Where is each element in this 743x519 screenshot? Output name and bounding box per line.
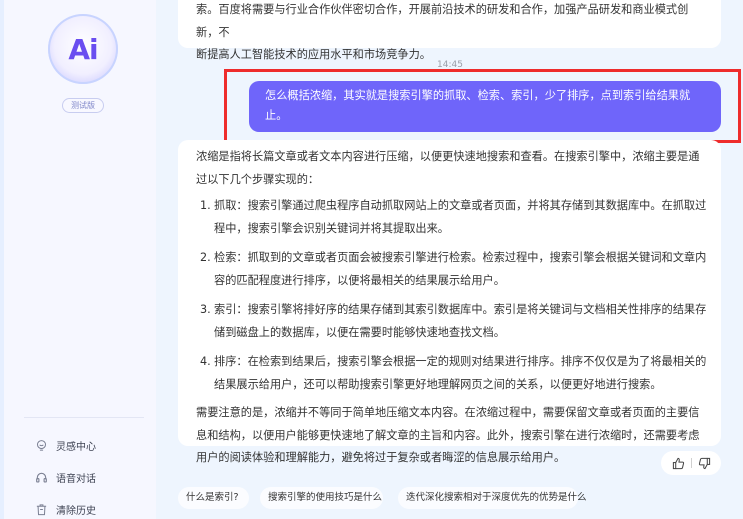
- trash-icon: [34, 502, 48, 516]
- feedback-separator: [690, 458, 692, 468]
- sidebar-item-label: 语音对话: [56, 473, 96, 485]
- ai-logo: Ai: [48, 14, 118, 84]
- logo-text: Ai: [68, 32, 98, 66]
- step-text: 检索：抓取到的文章或者页面会被搜索引擎进行检索。检索过程中，搜索引擎会根据关键词…: [214, 251, 707, 287]
- sidebar-item-label: 清除历史: [56, 505, 96, 517]
- reply-step: 3. 索引：搜索引擎将排好序的结果存储到其索引数据库中。索引是将关键词与文档相关…: [196, 299, 709, 344]
- sidebar-item-inspiration[interactable]: 灵感中心: [34, 436, 96, 454]
- step-text: 排序：在检索到结果后，搜索引擎会根据一定的规则对结果进行排序。排序不仅仅是为了将…: [214, 355, 707, 391]
- suggested-questions: 什么是索引? 搜索引擎的使用技巧是什么 迭代深化搜索相对于深度优先的优势是什么: [178, 487, 587, 509]
- reply-intro: 浓缩是指将长篇文章或者文本内容进行压缩，以便更快速地搜索和查看。在搜索引擎中，浓…: [196, 150, 700, 186]
- highlight-annotation: [224, 69, 741, 143]
- sidebar-item-label: 灵感中心: [56, 441, 96, 453]
- step-text: 抓取：搜索引擎通过爬虫程序自动抓取网站上的文章或者页面，并将其存储到其数据库中。…: [214, 199, 707, 235]
- suggestion-chip[interactable]: 迭代深化搜索相对于深度优先的优势是什么: [398, 487, 587, 509]
- reply-note: 需要注意的是，浓缩并不等同于简单地压缩文本内容。在浓缩过程中，需要保留文章或者页…: [196, 406, 700, 464]
- headphones-icon: [34, 470, 48, 484]
- step-number: 4.: [200, 355, 211, 368]
- previous-ai-reply: 索。百度将需要与行业合作伙伴密切合作，开展前沿技术的研发和合作，加强产品研发和商…: [178, 0, 721, 61]
- reply-step: 4. 排序：在检索到结果后，搜索引擎会根据一定的规则对结果进行排序。排序不仅仅是…: [196, 351, 709, 396]
- sidebar-divider: [24, 417, 144, 418]
- reply-line: 索。百度将需要与行业合作伙伴密切合作，开展前沿技术的研发和合作，加强产品研发和商…: [196, 3, 689, 39]
- thumbs-down-icon[interactable]: [698, 457, 711, 470]
- reply-steps: 1. 抓取：搜索引擎通过爬虫程序自动抓取网站上的文章或者页面，并将其存储到其数据…: [196, 195, 709, 396]
- suggestion-chip[interactable]: 搜索引擎的使用技巧是什么: [260, 487, 383, 509]
- ai-reply: 浓缩是指将长篇文章或者文本内容进行压缩，以便更快速地搜索和查看。在搜索引擎中，浓…: [178, 140, 721, 464]
- feedback-bar: [661, 451, 721, 475]
- beta-badge: 测试版: [62, 98, 104, 113]
- reply-step: 1. 抓取：搜索引擎通过爬虫程序自动抓取网站上的文章或者页面，并将其存储到其数据…: [196, 195, 709, 240]
- sidebar-item-clear-history[interactable]: 清除历史: [34, 500, 96, 518]
- step-number: 3.: [200, 303, 211, 316]
- thumbs-up-icon[interactable]: [672, 457, 685, 470]
- lightbulb-icon: [34, 438, 48, 452]
- suggestion-chip[interactable]: 什么是索引?: [178, 487, 249, 509]
- sidebar: Ai 测试版 灵感中心 语音对话 清除历史: [4, 0, 156, 519]
- step-number: 2.: [200, 251, 211, 264]
- step-text: 索引：搜索引擎将排好序的结果存储到其索引数据库中。索引是将关键词与文档相关性排序…: [214, 303, 707, 339]
- step-number: 1.: [200, 199, 211, 212]
- sidebar-item-voice-chat[interactable]: 语音对话: [34, 468, 96, 486]
- reply-step: 2. 检索：抓取到的文章或者页面会被搜索引擎进行检索。检索过程中，搜索引擎会根据…: [196, 247, 709, 292]
